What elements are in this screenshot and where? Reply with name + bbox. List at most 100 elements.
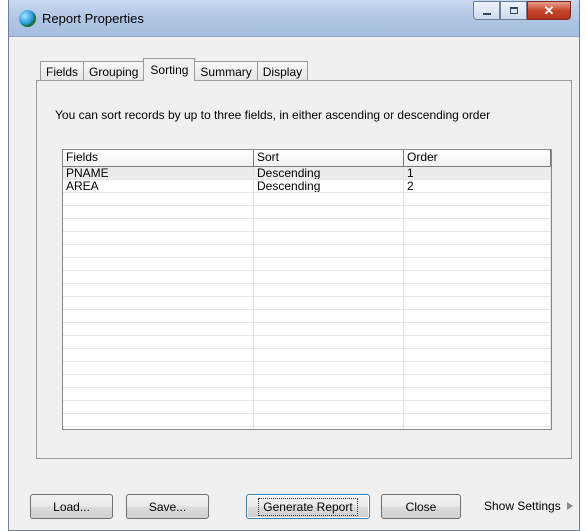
empty-cell[interactable] [404,219,551,231]
empty-cell[interactable] [254,336,404,348]
empty-cell[interactable] [404,375,551,387]
title-bar[interactable]: Report Properties ✕ [9,0,579,37]
empty-cell[interactable] [254,219,404,231]
empty-row[interactable] [63,388,551,401]
table-row[interactable]: AREA Descending 2 [63,180,551,193]
close-button[interactable]: Close [381,494,461,519]
empty-row[interactable] [63,401,551,414]
empty-cell[interactable] [404,388,551,400]
empty-cell[interactable] [63,206,254,218]
empty-cell[interactable] [63,284,254,296]
empty-cell[interactable] [63,401,254,413]
empty-cell[interactable] [63,375,254,387]
close-window-button[interactable]: ✕ [527,1,571,20]
empty-cell[interactable] [254,297,404,309]
empty-cell[interactable] [63,271,254,283]
show-settings-toggle[interactable]: Show Settings [484,499,573,513]
empty-cell[interactable] [63,258,254,270]
empty-cell[interactable] [254,258,404,270]
empty-cell[interactable] [404,284,551,296]
empty-row[interactable] [63,206,551,219]
empty-row[interactable] [63,362,551,375]
empty-cell[interactable] [63,388,254,400]
empty-cell[interactable] [63,414,254,426]
load-button[interactable]: Load... [30,494,113,519]
empty-row[interactable] [63,375,551,388]
empty-cell[interactable] [254,375,404,387]
empty-cell[interactable] [254,427,404,429]
empty-cell[interactable] [63,245,254,257]
save-button[interactable]: Save... [126,494,209,519]
empty-cell[interactable] [254,323,404,335]
empty-cell[interactable] [404,258,551,270]
empty-row[interactable] [63,258,551,271]
cell-order[interactable]: 2 [404,180,551,192]
cell-order[interactable]: 1 [404,167,551,179]
empty-row[interactable] [63,323,551,336]
column-header-order[interactable]: Order [404,150,551,166]
empty-row[interactable] [63,271,551,284]
empty-row[interactable] [63,297,551,310]
tab-grouping[interactable]: Grouping [83,61,145,81]
empty-row[interactable] [63,349,551,362]
column-header-fields[interactable]: Fields [63,150,254,166]
empty-cell[interactable] [254,206,404,218]
empty-row[interactable] [63,219,551,232]
empty-cell[interactable] [404,401,551,413]
empty-cell[interactable] [254,310,404,322]
empty-row[interactable] [63,427,551,429]
empty-row[interactable] [63,336,551,349]
empty-cell[interactable] [404,297,551,309]
empty-cell[interactable] [404,206,551,218]
empty-cell[interactable] [254,232,404,244]
empty-cell[interactable] [254,388,404,400]
empty-cell[interactable] [404,323,551,335]
empty-cell[interactable] [254,414,404,426]
empty-cell[interactable] [63,323,254,335]
empty-cell[interactable] [404,427,551,429]
tab-fields[interactable]: Fields [40,61,85,81]
generate-report-button[interactable]: Generate Report [246,494,370,519]
empty-cell[interactable] [63,349,254,361]
empty-cell[interactable] [404,349,551,361]
empty-cell[interactable] [404,232,551,244]
empty-cell[interactable] [404,310,551,322]
empty-cell[interactable] [63,232,254,244]
empty-cell[interactable] [404,245,551,257]
empty-cell[interactable] [63,219,254,231]
cell-sort[interactable]: Descending [254,180,404,192]
empty-cell[interactable] [254,401,404,413]
table-row[interactable]: PNAME Descending 1 [63,167,551,180]
sort-grid[interactable]: Fields Sort Order PNAME Descending 1 ARE… [62,149,552,430]
empty-cell[interactable] [254,245,404,257]
empty-row[interactable] [63,245,551,258]
empty-cell[interactable] [254,349,404,361]
empty-row[interactable] [63,310,551,323]
empty-cell[interactable] [254,271,404,283]
empty-cell[interactable] [254,193,404,205]
empty-cell[interactable] [63,193,254,205]
empty-cell[interactable] [63,362,254,374]
empty-cell[interactable] [254,362,404,374]
minimize-button[interactable] [473,1,500,20]
empty-cell[interactable] [63,310,254,322]
empty-cell[interactable] [404,336,551,348]
empty-cell[interactable] [254,284,404,296]
empty-row[interactable] [63,193,551,206]
column-header-sort[interactable]: Sort [254,150,404,166]
maximize-button[interactable] [500,1,527,20]
empty-cell[interactable] [404,271,551,283]
empty-cell[interactable] [404,193,551,205]
empty-cell[interactable] [404,414,551,426]
empty-row[interactable] [63,414,551,427]
cell-field[interactable]: AREA [63,180,254,192]
empty-row[interactable] [63,284,551,297]
cell-field[interactable]: PNAME [63,167,254,179]
tab-summary[interactable]: Summary [194,61,258,81]
empty-cell[interactable] [63,336,254,348]
empty-row[interactable] [63,232,551,245]
tab-sorting[interactable]: Sorting [143,58,196,81]
empty-cell[interactable] [63,297,254,309]
tab-display[interactable]: Display [256,61,309,81]
empty-cell[interactable] [63,427,254,429]
